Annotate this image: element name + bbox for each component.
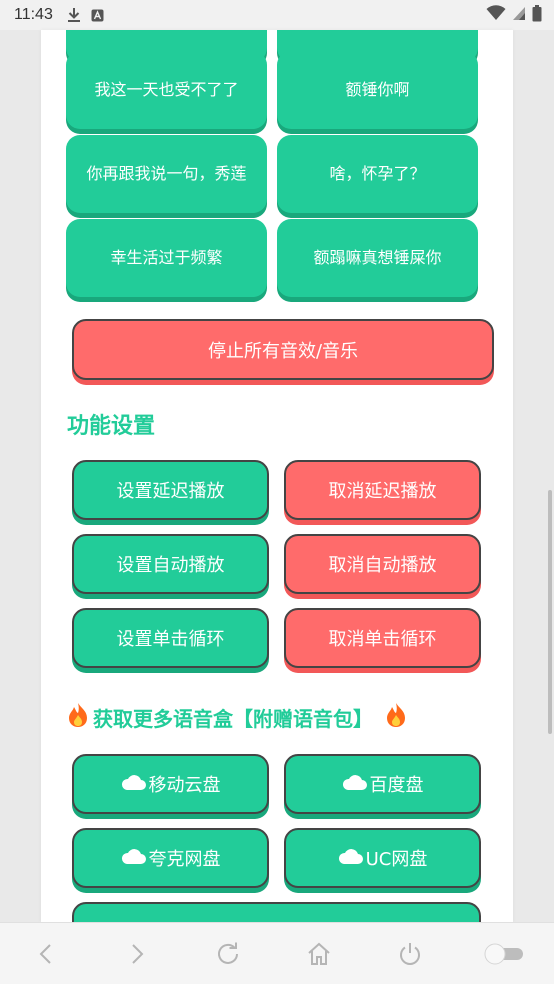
cloud-icon: [342, 773, 368, 796]
battery-icon: [532, 4, 542, 26]
power-icon[interactable]: [390, 934, 430, 974]
more-title: 获取更多语音盒【附赠语音包】: [67, 702, 487, 733]
cancel-loop-button[interactable]: 取消单击循环: [284, 608, 481, 668]
partial-button[interactable]: [72, 902, 481, 922]
page-content: 我这一天也受不了了 额锤你啊 你再跟我说一句，秀莲 啥，怀孕了？ 幸生活过于频繁…: [41, 30, 513, 922]
bottom-nav: [0, 922, 554, 984]
cloud-icon: [338, 847, 364, 870]
cloud-icon: [121, 847, 147, 870]
cloud-link-uc[interactable]: UC网盘: [284, 828, 481, 888]
more-title-text: 获取更多语音盒【附赠语音包】: [93, 707, 373, 731]
stop-all-button[interactable]: 停止所有音效/音乐: [72, 319, 494, 380]
fire-icon: [385, 702, 407, 733]
sound-button[interactable]: 我这一天也受不了了: [66, 51, 267, 129]
scrollbar[interactable]: [548, 490, 552, 734]
cancel-delay-button[interactable]: 取消延迟播放: [284, 460, 481, 520]
status-bar: 11:43: [0, 0, 554, 30]
fire-icon: [67, 702, 89, 733]
sound-button[interactable]: 额蹋嘛真想锤屎你: [277, 219, 478, 297]
cancel-auto-button[interactable]: 取消自动播放: [284, 534, 481, 594]
sound-button[interactable]: 你再跟我说一句，秀莲: [66, 135, 267, 213]
wifi-icon: [486, 5, 506, 25]
toggle-switch[interactable]: [481, 934, 529, 974]
download-icon: [67, 7, 81, 23]
set-delay-button[interactable]: 设置延迟播放: [72, 460, 269, 520]
settings-title: 功能设置: [67, 414, 156, 439]
sound-button[interactable]: 啥，怀孕了？: [277, 135, 478, 213]
cloud-link-baidu[interactable]: 百度盘: [284, 754, 481, 814]
refresh-icon[interactable]: [208, 934, 248, 974]
sound-button[interactable]: 幸生活过于频繁: [66, 219, 267, 297]
sound-button[interactable]: 额锤你啊: [277, 51, 478, 129]
signal-icon: [512, 5, 526, 25]
set-auto-button[interactable]: 设置自动播放: [72, 534, 269, 594]
set-loop-button[interactable]: 设置单击循环: [72, 608, 269, 668]
cloud-link-label: 夸克网盘: [148, 849, 221, 870]
cloud-link-mobile[interactable]: 移动云盘: [72, 754, 269, 814]
cloud-icon: [121, 773, 147, 796]
notification-icon: [91, 9, 104, 22]
cloud-link-label: UC网盘: [365, 849, 428, 870]
cloud-link-label: 移动云盘: [148, 775, 221, 796]
cloud-link-label: 百度盘: [369, 775, 424, 796]
forward-icon[interactable]: [117, 934, 157, 974]
cloud-link-quark[interactable]: 夸克网盘: [72, 828, 269, 888]
home-icon[interactable]: [299, 934, 339, 974]
status-time: 11:43: [14, 6, 53, 23]
back-icon[interactable]: [26, 934, 66, 974]
